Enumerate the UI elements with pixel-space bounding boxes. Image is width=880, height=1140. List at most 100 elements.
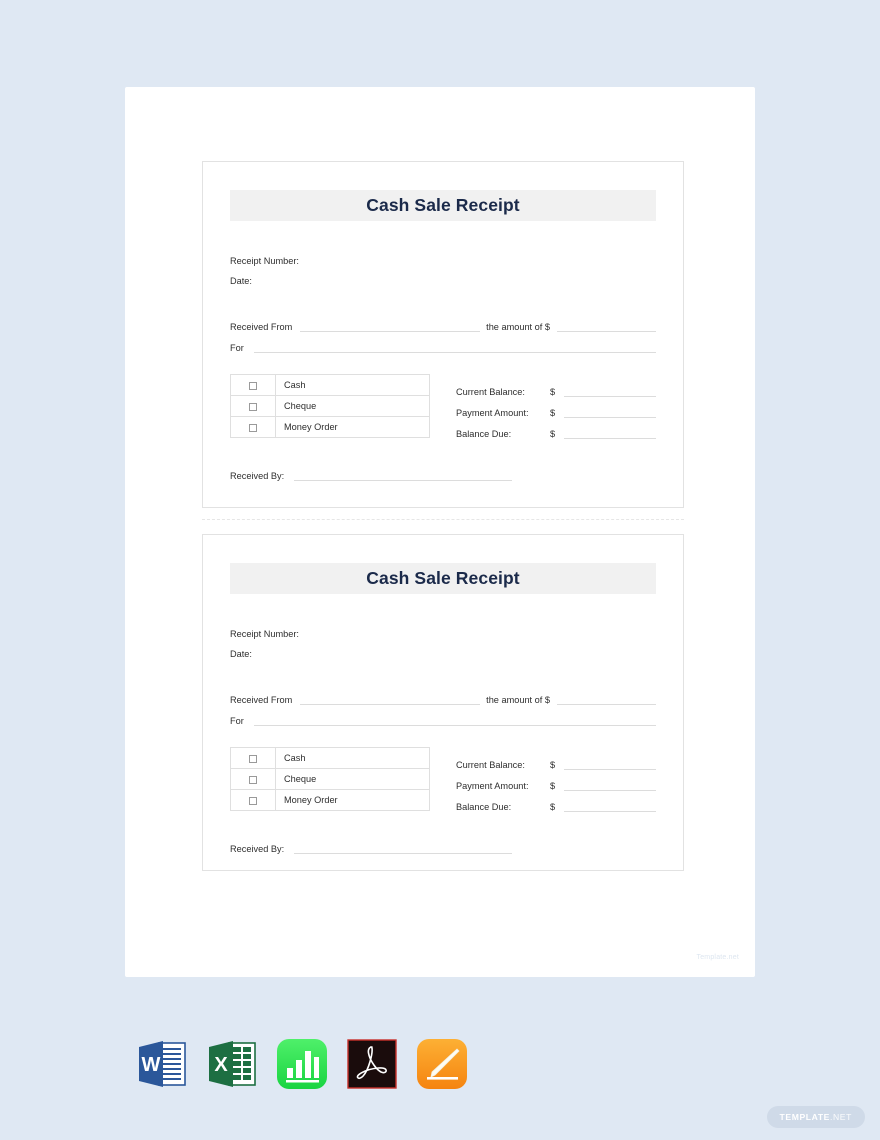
receipt-fields: Received From the amount of $ For <box>230 684 656 726</box>
received-by-row: Received By: <box>230 463 656 481</box>
payment-amount-input[interactable] <box>564 405 656 418</box>
table-row[interactable]: Money Order <box>230 789 430 811</box>
format-icons: W X <box>133 1035 471 1093</box>
received-from-label: Received From <box>230 322 293 332</box>
table-row[interactable]: Money Order <box>230 416 430 438</box>
checkbox-icon[interactable] <box>249 775 257 784</box>
received-from-row: Received From the amount of $ <box>230 684 656 705</box>
receipt-title-band: Cash Sale Receipt <box>230 190 656 221</box>
balance-due-label: Balance Due: <box>456 429 512 439</box>
balance-due-row: Balance Due: $ <box>456 791 656 812</box>
numbers-icon[interactable] <box>273 1035 331 1093</box>
for-row: For <box>230 705 656 726</box>
balance-due-input[interactable] <box>564 799 656 812</box>
balance-due-input[interactable] <box>564 426 656 439</box>
payment-method-checkbox-cell[interactable] <box>230 747 276 769</box>
payment-method-checkbox-cell[interactable] <box>230 395 276 417</box>
pdf-icon[interactable] <box>343 1035 401 1093</box>
currency-symbol: $ <box>550 802 556 812</box>
payment-method-label: Cheque <box>275 395 430 417</box>
received-by-label: Received By: <box>230 471 285 481</box>
payment-method-checkbox-cell[interactable] <box>230 789 276 811</box>
payment-method-label: Money Order <box>275 416 430 438</box>
currency-symbol: $ <box>550 781 556 791</box>
receipt-card: Cash Sale Receipt Receipt Number: Date: … <box>202 161 684 508</box>
for-input[interactable] <box>253 340 656 353</box>
checkbox-icon[interactable] <box>249 754 257 763</box>
receipt-fields: Received From the amount of $ For <box>230 311 656 353</box>
table-row[interactable]: Cheque <box>230 395 430 417</box>
current-balance-input[interactable] <box>564 384 656 397</box>
payment-method-checkbox-cell[interactable] <box>230 374 276 396</box>
payment-method-label: Cash <box>275 747 430 769</box>
received-by-input[interactable] <box>294 841 513 854</box>
payment-amount-row: Payment Amount: $ <box>456 397 656 418</box>
table-row[interactable]: Cash <box>230 374 430 396</box>
document-page: Cash Sale Receipt Receipt Number: Date: … <box>125 87 755 977</box>
current-balance-input[interactable] <box>564 757 656 770</box>
receipt-meta: Receipt Number: Date: <box>230 624 656 664</box>
payment-amount-label: Payment Amount: <box>456 781 529 791</box>
current-balance-row: Current Balance: $ <box>456 749 656 770</box>
receipt-separator <box>202 519 684 520</box>
svg-text:X: X <box>214 1054 228 1076</box>
receipt-title-band: Cash Sale Receipt <box>230 563 656 594</box>
page-title: Cash Sale Receipt <box>366 568 520 588</box>
payment-method-table: Cash Cheque Money Order <box>230 374 430 438</box>
checkbox-icon[interactable] <box>249 796 257 805</box>
current-balance-label: Current Balance: <box>456 760 525 770</box>
excel-icon[interactable]: X <box>203 1035 261 1093</box>
amount-input[interactable] <box>557 692 656 705</box>
checkbox-icon[interactable] <box>249 402 257 411</box>
current-balance-label: Current Balance: <box>456 387 525 397</box>
amount-of-label: the amount of $ <box>486 322 550 332</box>
received-by-input[interactable] <box>294 468 513 481</box>
currency-symbol: $ <box>550 387 556 397</box>
received-by-label: Received By: <box>230 844 285 854</box>
payment-method-checkbox-cell[interactable] <box>230 416 276 438</box>
for-row: For <box>230 332 656 353</box>
current-balance-row: Current Balance: $ <box>456 376 656 397</box>
currency-symbol: $ <box>550 429 556 439</box>
for-label: For <box>230 343 244 353</box>
balance-due-row: Balance Due: $ <box>456 418 656 439</box>
payment-amount-row: Payment Amount: $ <box>456 770 656 791</box>
date-label: Date: <box>230 276 252 286</box>
received-from-input[interactable] <box>300 692 481 705</box>
word-icon[interactable]: W <box>133 1035 191 1093</box>
for-label: For <box>230 716 244 726</box>
payment-amount-input[interactable] <box>564 778 656 791</box>
payment-method-checkbox-cell[interactable] <box>230 768 276 790</box>
amount-input[interactable] <box>557 319 656 332</box>
payment-method-label: Cash <box>275 374 430 396</box>
badge-secondary-text: .NET <box>830 1112 852 1122</box>
for-input[interactable] <box>253 713 656 726</box>
receipt-number-label: Receipt Number: <box>230 629 299 639</box>
template-net-badge[interactable]: TEMPLATE .NET <box>766 1106 865 1128</box>
balance-fields: Current Balance: $ Payment Amount: $ Bal… <box>456 747 656 812</box>
receipt-number-label: Receipt Number: <box>230 256 299 266</box>
currency-symbol: $ <box>550 760 556 770</box>
received-from-row: Received From the amount of $ <box>230 311 656 332</box>
payment-method-table: Cash Cheque Money Order <box>230 747 430 811</box>
receipt-card: Cash Sale Receipt Receipt Number: Date: … <box>202 534 684 871</box>
checkbox-icon[interactable] <box>249 381 257 390</box>
badge-primary-text: TEMPLATE <box>779 1112 831 1122</box>
pages-icon[interactable] <box>413 1035 471 1093</box>
date-label: Date: <box>230 649 252 659</box>
payment-amount-label: Payment Amount: <box>456 408 529 418</box>
balance-fields: Current Balance: $ Payment Amount: $ Bal… <box>456 374 656 439</box>
table-row[interactable]: Cash <box>230 747 430 769</box>
currency-symbol: $ <box>550 408 556 418</box>
table-row[interactable]: Cheque <box>230 768 430 790</box>
page-title: Cash Sale Receipt <box>366 195 520 215</box>
amount-of-label: the amount of $ <box>486 695 550 705</box>
payment-method-label: Money Order <box>275 789 430 811</box>
received-from-label: Received From <box>230 695 293 705</box>
receipt-meta: Receipt Number: Date: <box>230 251 656 291</box>
checkbox-icon[interactable] <box>249 423 257 432</box>
received-from-input[interactable] <box>300 319 481 332</box>
payment-method-label: Cheque <box>275 768 430 790</box>
received-by-row: Received By: <box>230 836 656 854</box>
template-watermark: Template.net <box>696 954 739 961</box>
